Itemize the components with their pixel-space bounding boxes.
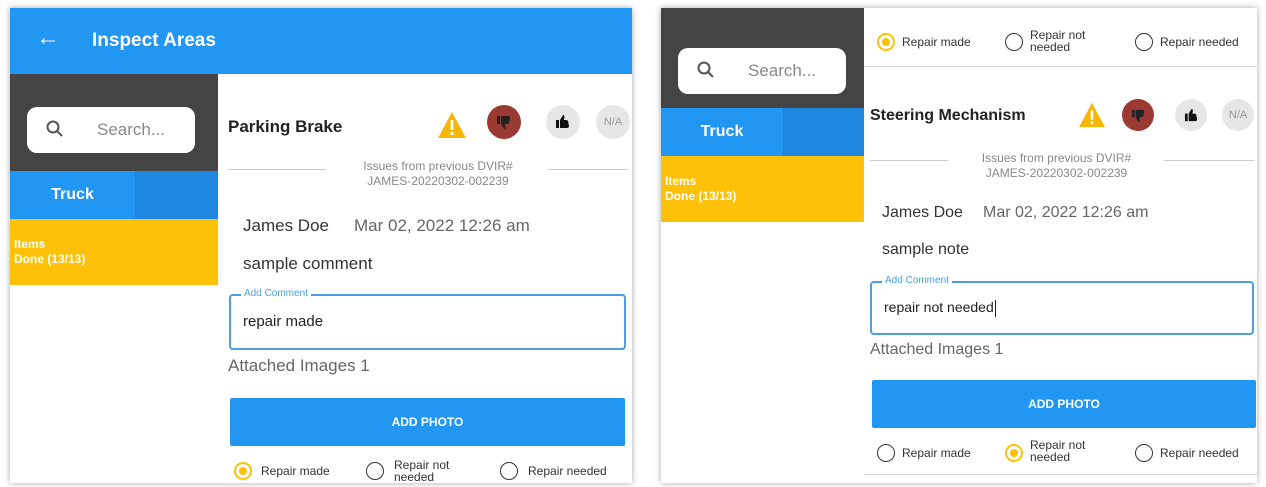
divider xyxy=(864,474,1257,475)
repair-needed-radio[interactable] xyxy=(1135,33,1153,51)
sidebar: Search... Truck Items Done (13/13) xyxy=(661,8,864,483)
add-comment-value: repair made xyxy=(243,313,324,330)
comment-text: sample note xyxy=(882,241,970,258)
repair-needed-label: Repair needed xyxy=(528,464,607,478)
tab-truck[interactable]: Truck xyxy=(10,171,135,219)
page-title: Inspect Areas xyxy=(92,30,216,51)
comment-date: Mar 02, 2022 12:26 am xyxy=(983,204,1149,221)
sidebar-item-status: Done (13/13) xyxy=(14,252,86,266)
item-title: Steering Mechanism xyxy=(870,107,1026,124)
repair-needed-label: Repair needed xyxy=(1160,35,1239,49)
repair-not-needed-label-line2: needed xyxy=(1030,450,1071,464)
warning-icon xyxy=(438,112,466,138)
comment-date: Mar 02, 2022 12:26 am xyxy=(354,216,530,235)
repair-status-radio-group: Repair made Repair not needed Repair nee… xyxy=(864,438,1257,468)
search-placeholder: Search... xyxy=(748,61,817,80)
tab-truck[interactable]: Truck xyxy=(661,108,783,156)
thumbs-up-icon xyxy=(1184,108,1197,121)
item-title: Parking Brake xyxy=(228,117,343,136)
sidebar-item-label: Items xyxy=(665,174,697,188)
divider xyxy=(548,169,628,170)
inspect-areas-screen-1: ← Inspect Areas Search... Truck Items Do… xyxy=(10,8,632,483)
add-comment-field[interactable]: Add Comment repair not needed xyxy=(870,275,1254,335)
na-button[interactable]: N/A xyxy=(1222,99,1254,131)
search-icon xyxy=(697,61,714,78)
repair-made-label: Repair made xyxy=(902,35,971,49)
sidebar-item-label: Items xyxy=(14,237,46,251)
back-arrow-icon[interactable]: ← xyxy=(36,26,60,50)
thumbs-down-icon xyxy=(497,116,510,129)
thumbs-up-button[interactable] xyxy=(546,105,580,139)
repair-made-label: Repair made xyxy=(261,464,330,478)
search-input[interactable]: Search... xyxy=(27,107,195,153)
repair-made-radio[interactable] xyxy=(234,462,252,480)
na-button[interactable]: N/A xyxy=(596,105,630,139)
inspect-areas-screen-2: Search... Truck Items Done (13/13) Repai… xyxy=(661,8,1257,483)
sidebar-header: Search... xyxy=(661,8,864,108)
comment-author: James Doe xyxy=(243,216,329,235)
add-comment-label: Add Comment xyxy=(241,288,311,299)
sidebar-item-items[interactable]: Items Done (13/13) xyxy=(10,219,218,285)
search-input[interactable]: Search... xyxy=(678,48,846,94)
repair-needed-radio[interactable] xyxy=(500,462,518,480)
sidebar-item-items[interactable]: Items Done (13/13) xyxy=(661,156,864,222)
repair-not-needed-label-line2: needed xyxy=(1030,40,1071,54)
repair-not-needed-label-line2: needed xyxy=(394,470,435,483)
comment-text: sample comment xyxy=(243,254,373,273)
tab-bar: Truck xyxy=(661,108,864,156)
sidebar-header: Search... xyxy=(10,74,218,172)
divider xyxy=(1164,160,1254,161)
search-icon xyxy=(46,120,63,137)
add-comment-label: Add Comment xyxy=(882,275,952,286)
divider xyxy=(864,66,1257,67)
repair-needed-label: Repair needed xyxy=(1160,446,1239,460)
comment-author: James Doe xyxy=(882,204,963,221)
sidebar-item-status: Done (13/13) xyxy=(665,189,737,203)
tab-bar: Truck xyxy=(10,171,218,219)
repair-status-radio-group: Repair made Repair not needed Repair nee… xyxy=(218,456,632,483)
repair-made-radio[interactable] xyxy=(877,444,895,462)
add-photo-button[interactable]: ADD PHOTO xyxy=(872,380,1256,428)
thumbs-down-button[interactable] xyxy=(1122,99,1154,131)
inspection-item-detail: Repair made Repair not needed Repair nee… xyxy=(864,8,1257,483)
repair-not-needed-radio[interactable] xyxy=(1005,444,1023,462)
thumbs-up-button[interactable] xyxy=(1175,99,1207,131)
divider xyxy=(228,169,326,170)
repair-made-radio[interactable] xyxy=(877,33,895,51)
app-bar: ← Inspect Areas xyxy=(10,8,632,74)
add-comment-value: repair not needed xyxy=(884,299,996,317)
thumbs-down-icon xyxy=(1131,109,1144,122)
search-placeholder: Search... xyxy=(97,120,166,139)
divider xyxy=(870,160,948,161)
previous-dvir-issue: Issues from previous DVIR# JAMES-2022030… xyxy=(363,159,513,188)
thumbs-down-button[interactable] xyxy=(487,105,521,139)
thumbs-up-icon xyxy=(556,115,569,128)
attached-images-count: Attached Images 1 xyxy=(228,356,370,375)
text-cursor xyxy=(994,299,996,317)
repair-status-radio-group-previous: Repair made Repair not needed Repair nee… xyxy=(864,28,1257,58)
add-photo-button[interactable]: ADD PHOTO xyxy=(230,398,625,446)
repair-made-label: Repair made xyxy=(902,446,971,460)
attached-images-count: Attached Images 1 xyxy=(870,341,1004,358)
repair-needed-radio[interactable] xyxy=(1135,444,1153,462)
sidebar: Search... Truck Items Done (13/13) xyxy=(10,74,218,483)
repair-not-needed-radio[interactable] xyxy=(1005,33,1023,51)
inspection-item-detail: Parking Brake N/A Issues from previous D… xyxy=(218,74,632,483)
warning-icon xyxy=(1079,102,1105,128)
previous-dvir-issue: Issues from previous DVIR# JAMES-2022030… xyxy=(981,151,1132,180)
add-comment-field[interactable]: Add Comment repair made xyxy=(229,288,626,350)
repair-not-needed-radio[interactable] xyxy=(366,462,384,480)
